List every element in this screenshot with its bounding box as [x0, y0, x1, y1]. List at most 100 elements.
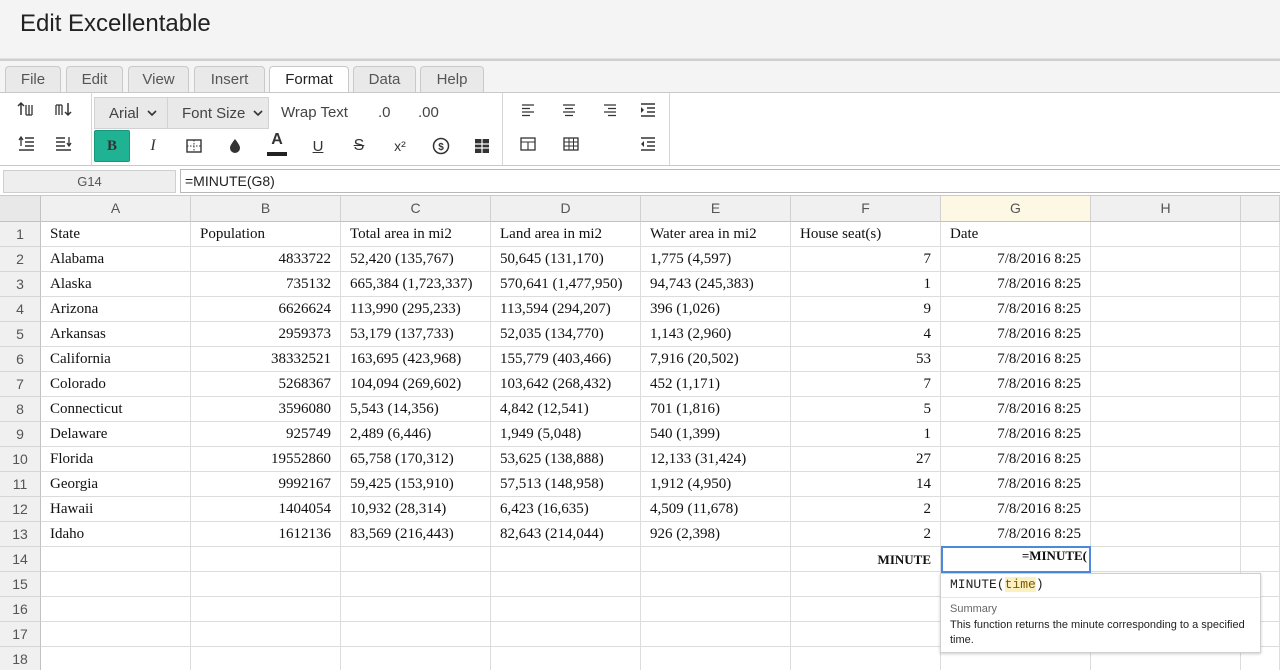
align-center-icon[interactable]	[553, 95, 585, 125]
cell-c10[interactable]: 65,758 (170,312)	[341, 447, 491, 472]
cell-a12[interactable]: Hawaii	[41, 497, 191, 522]
font-family-select[interactable]: Arial	[94, 97, 168, 129]
cell-g4[interactable]: 7/8/2016 8:25	[941, 297, 1091, 322]
cell-b18[interactable]	[191, 647, 341, 670]
cell-partial[interactable]	[1241, 247, 1280, 272]
cell-a8[interactable]: Connecticut	[41, 397, 191, 422]
cell-e3[interactable]: 94,743 (245,383)	[641, 272, 791, 297]
cell-b16[interactable]	[191, 597, 341, 622]
row-header-10[interactable]: 10	[0, 447, 41, 472]
cell-f4[interactable]: 9	[791, 297, 941, 322]
cell-e2[interactable]: 1,775 (4,597)	[641, 247, 791, 272]
cell-e10[interactable]: 12,133 (31,424)	[641, 447, 791, 472]
cell-f13[interactable]: 2	[791, 522, 941, 547]
cell-d18[interactable]	[491, 647, 641, 670]
select-all-corner[interactable]	[0, 196, 41, 222]
tab-data[interactable]: Data	[353, 66, 416, 94]
formula-input[interactable]: =MINUTE(G8)	[180, 169, 1280, 193]
cell-a13[interactable]: Idaho	[41, 522, 191, 547]
cell-e4[interactable]: 396 (1,026)	[641, 297, 791, 322]
cell-a4[interactable]: Arizona	[41, 297, 191, 322]
cell-h14[interactable]	[1091, 547, 1241, 572]
row-header-18[interactable]: 18	[0, 647, 41, 670]
cell-a16[interactable]	[41, 597, 191, 622]
cell-reference-box[interactable]: G14	[3, 170, 176, 193]
function-signature[interactable]: MINUTE(time)	[950, 577, 1044, 592]
cell-d14[interactable]	[491, 547, 641, 572]
cell-g13[interactable]: 7/8/2016 8:25	[941, 522, 1091, 547]
increase-decimal-button[interactable]: .00	[418, 104, 439, 121]
row-header-15[interactable]: 15	[0, 572, 41, 597]
outdent-icon[interactable]	[48, 129, 80, 159]
row-header-1[interactable]: 1	[0, 222, 41, 247]
tab-edit[interactable]: Edit	[66, 66, 123, 94]
cell-d4[interactable]: 113,594 (294,207)	[491, 297, 641, 322]
cell-h4[interactable]	[1091, 297, 1241, 322]
insert-row-below-icon[interactable]	[48, 95, 80, 125]
outdent-align-icon[interactable]	[632, 129, 664, 159]
cell-d13[interactable]: 82,643 (214,044)	[491, 522, 641, 547]
cell-partial[interactable]	[1241, 547, 1280, 572]
cell-b7[interactable]: 5268367	[191, 372, 341, 397]
cell-b4[interactable]: 6626624	[191, 297, 341, 322]
cell-b10[interactable]: 19552860	[191, 447, 341, 472]
cell-f2[interactable]: 7	[791, 247, 941, 272]
tab-help[interactable]: Help	[420, 66, 484, 94]
strikethrough-button[interactable]: S	[343, 131, 375, 161]
cell-c16[interactable]	[341, 597, 491, 622]
wrap-text-button[interactable]: Wrap Text	[281, 104, 348, 121]
align-left-icon[interactable]	[512, 95, 544, 125]
cell-a6[interactable]: California	[41, 347, 191, 372]
cell-b2[interactable]: 4833722	[191, 247, 341, 272]
cell-c12[interactable]: 10,932 (28,314)	[341, 497, 491, 522]
cell-e14[interactable]	[641, 547, 791, 572]
row-header-2[interactable]: 2	[0, 247, 41, 272]
wrap-indent-icon[interactable]	[632, 95, 664, 125]
cell-a5[interactable]: Arkansas	[41, 322, 191, 347]
cell-b11[interactable]: 9992167	[191, 472, 341, 497]
row-header-11[interactable]: 11	[0, 472, 41, 497]
cell-f11[interactable]: 14	[791, 472, 941, 497]
cell-h1[interactable]	[1091, 222, 1241, 247]
tab-insert[interactable]: Insert	[194, 66, 265, 94]
cell-partial[interactable]	[1241, 322, 1280, 347]
cell-g8[interactable]: 7/8/2016 8:25	[941, 397, 1091, 422]
cell-b6[interactable]: 38332521	[191, 347, 341, 372]
cell-partial[interactable]	[1241, 297, 1280, 322]
cell-d12[interactable]: 6,423 (16,635)	[491, 497, 641, 522]
cell-c5[interactable]: 53,179 (137,733)	[341, 322, 491, 347]
cell-g7[interactable]: 7/8/2016 8:25	[941, 372, 1091, 397]
cell-a1[interactable]: State	[41, 222, 191, 247]
cell-a10[interactable]: Florida	[41, 447, 191, 472]
cell-c7[interactable]: 104,094 (269,602)	[341, 372, 491, 397]
cell-h8[interactable]	[1091, 397, 1241, 422]
cell-b9[interactable]: 925749	[191, 422, 341, 447]
cell-h3[interactable]	[1091, 272, 1241, 297]
cell-d10[interactable]: 53,625 (138,888)	[491, 447, 641, 472]
row-header-14[interactable]: 14	[0, 547, 41, 572]
conditional-format-icon[interactable]	[466, 131, 498, 161]
cell-c1[interactable]: Total area in mi2	[341, 222, 491, 247]
cell-c4[interactable]: 113,990 (295,233)	[341, 297, 491, 322]
cell-f12[interactable]: 2	[791, 497, 941, 522]
cell-e7[interactable]: 452 (1,171)	[641, 372, 791, 397]
row-header-17[interactable]: 17	[0, 622, 41, 647]
cell-f3[interactable]: 1	[791, 272, 941, 297]
text-color-button[interactable]: A	[261, 129, 293, 159]
row-header-8[interactable]: 8	[0, 397, 41, 422]
row-header-4[interactable]: 4	[0, 297, 41, 322]
cell-b13[interactable]: 1612136	[191, 522, 341, 547]
cell-b15[interactable]	[191, 572, 341, 597]
cell-b3[interactable]: 735132	[191, 272, 341, 297]
cell-b5[interactable]: 2959373	[191, 322, 341, 347]
cell-b17[interactable]	[191, 622, 341, 647]
cell-f6[interactable]: 53	[791, 347, 941, 372]
row-header-16[interactable]: 16	[0, 597, 41, 622]
column-header-b[interactable]: B	[191, 196, 341, 222]
cell-b12[interactable]: 1404054	[191, 497, 341, 522]
column-header-g[interactable]: G	[941, 196, 1091, 222]
cell-partial[interactable]	[1241, 347, 1280, 372]
row-header-7[interactable]: 7	[0, 372, 41, 397]
superscript-button[interactable]: x²	[384, 131, 416, 161]
cell-f17[interactable]	[791, 622, 941, 647]
